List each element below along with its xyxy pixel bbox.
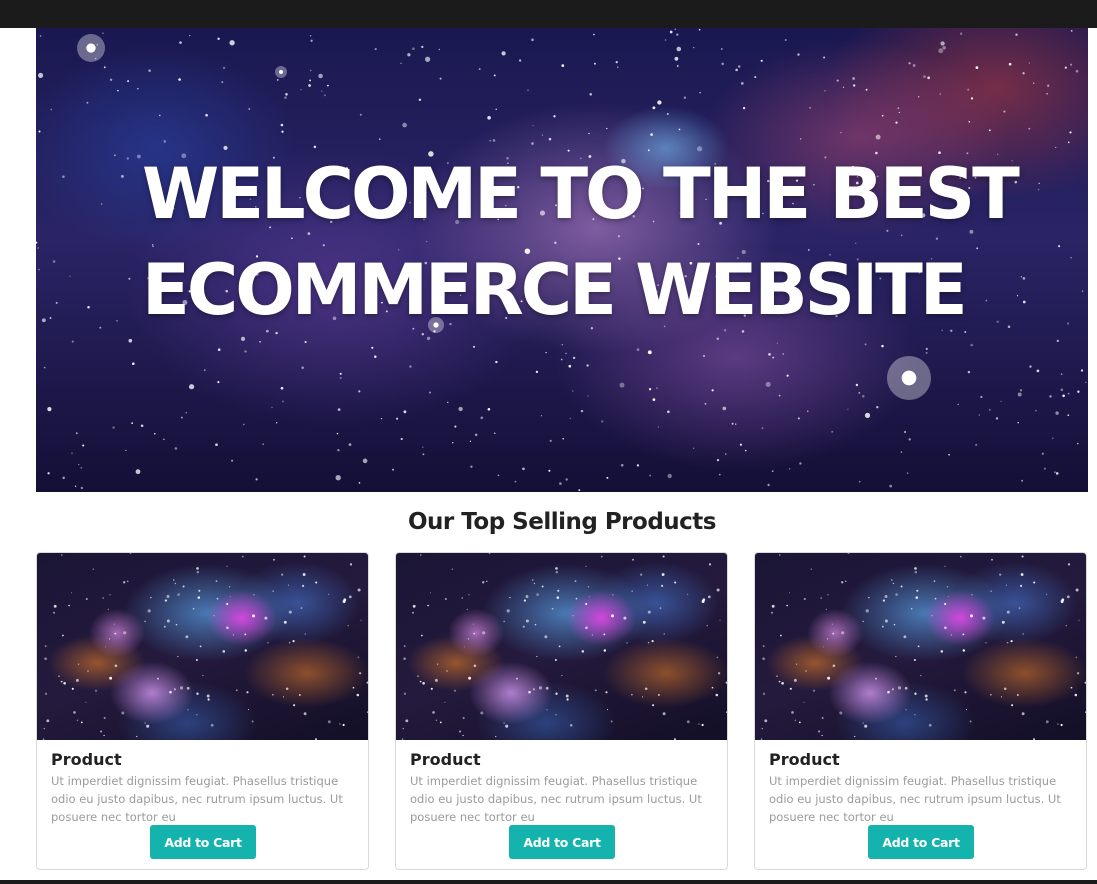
add-to-cart-button[interactable]: Add to Cart: [509, 825, 615, 859]
nebula-image-stars: [42, 553, 368, 740]
product-title: Product: [410, 750, 481, 769]
product-description: Ut imperdiet dignissim feugiat. Phasellu…: [769, 774, 1061, 824]
hero-banner: WELCOME TO THE BEST ECOMMERCE WEBSITE: [36, 28, 1088, 492]
nebula-image-stars: [760, 553, 1086, 740]
product-card: Product Ut imperdiet dignissim feugiat. …: [36, 552, 369, 870]
hero-title: WELCOME TO THE BEST ECOMMERCE WEBSITE: [142, 153, 1020, 331]
top-navbar: [0, 0, 1097, 28]
product-image: [37, 553, 368, 740]
product-title: Product: [51, 750, 122, 769]
product-description: Ut imperdiet dignissim feugiat. Phasellu…: [51, 774, 343, 824]
product-title: Product: [769, 750, 840, 769]
product-description: Ut imperdiet dignissim feugiat. Phasellu…: [410, 774, 702, 824]
product-card: Product Ut imperdiet dignissim feugiat. …: [754, 552, 1087, 870]
product-image: [396, 553, 727, 740]
add-to-cart-button[interactable]: Add to Cart: [868, 825, 974, 859]
add-to-cart-button[interactable]: Add to Cart: [150, 825, 256, 859]
section-title: Our Top Selling Products: [407, 509, 717, 535]
bottom-border: [0, 880, 1097, 884]
product-image: [755, 553, 1086, 740]
nebula-image-stars: [401, 553, 727, 740]
product-card: Product Ut imperdiet dignissim feugiat. …: [395, 552, 728, 870]
